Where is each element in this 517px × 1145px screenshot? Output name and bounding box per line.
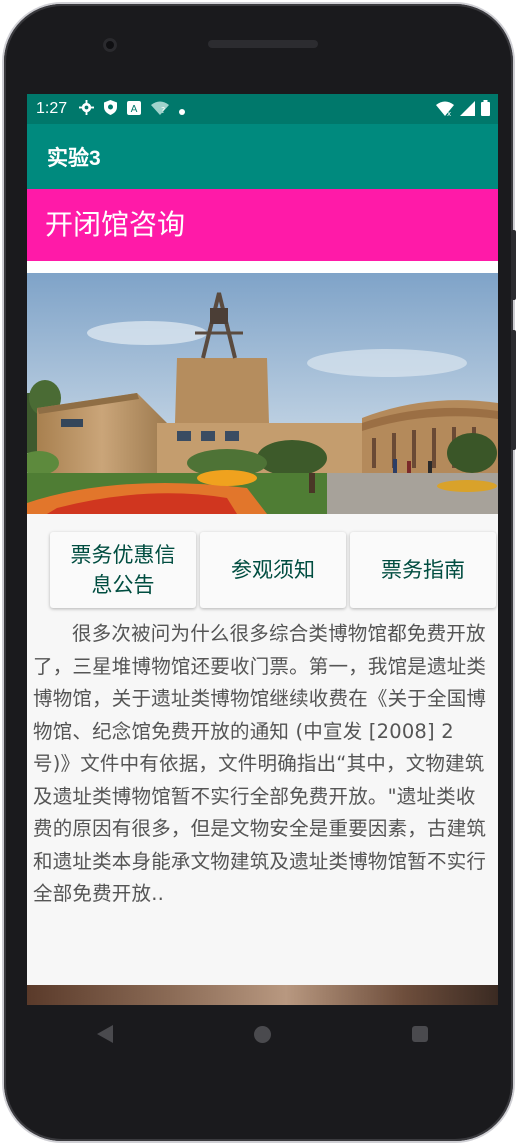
ticket-discount-notice-button[interactable]: 票务优惠信息公告 bbox=[50, 532, 196, 608]
visit-guide-label: 参观须知 bbox=[231, 558, 315, 582]
volume-button bbox=[511, 330, 516, 450]
battery-icon bbox=[481, 100, 490, 120]
dot-icon bbox=[179, 100, 186, 119]
wifi-off-icon: x bbox=[436, 101, 454, 120]
home-icon[interactable] bbox=[253, 1025, 271, 1043]
visit-guide-button[interactable]: 参观须知 bbox=[200, 532, 346, 608]
svg-text:A: A bbox=[131, 104, 138, 115]
status-bar: 1:27 A ? x bbox=[27, 94, 498, 124]
shield-icon bbox=[104, 99, 118, 119]
recents-icon[interactable] bbox=[411, 1026, 428, 1042]
phone-frame: 1:27 A ? x 实验3 开闭馆咨询 票务优惠信息公告 参观须知 票务指南 … bbox=[0, 0, 517, 1145]
museum-photo bbox=[27, 273, 498, 514]
svg-text:?: ? bbox=[161, 106, 165, 115]
status-icons-left: A ? bbox=[79, 99, 186, 119]
screen: 1:27 A ? x 实验3 开闭馆咨询 票务优惠信息公告 参观须知 票务指南 … bbox=[27, 94, 498, 1005]
header-spacer bbox=[27, 261, 498, 273]
navigation-bar bbox=[27, 1005, 498, 1063]
status-time: 1:27 bbox=[36, 100, 68, 117]
power-button bbox=[511, 230, 516, 300]
keyboard-a-icon: A bbox=[127, 100, 142, 119]
ticket-guide-label: 票务指南 bbox=[381, 558, 465, 582]
section-title: 开闭馆咨询 bbox=[45, 208, 186, 241]
front-camera bbox=[103, 38, 117, 52]
settings-gear-icon bbox=[79, 99, 95, 119]
back-icon[interactable] bbox=[97, 1025, 114, 1043]
article-text: 很多次被问为什么很多综合类博物馆都免费开放了，三星堆博物馆还要收门票。第一，我馆… bbox=[33, 622, 487, 905]
signal-icon bbox=[460, 100, 475, 120]
background-image-strip bbox=[27, 985, 498, 1005]
app-title: 实验3 bbox=[47, 147, 101, 170]
status-icons-right: x bbox=[436, 100, 490, 120]
ticket-discount-notice-label: 票务优惠信息公告 bbox=[70, 543, 176, 597]
content-panel: 票务优惠信息公告 参观须知 票务指南 很多次被问为什么很多综合类博物馆都免费开放… bbox=[27, 514, 498, 985]
ticket-guide-button[interactable]: 票务指南 bbox=[350, 532, 496, 608]
wifi-question-icon: ? bbox=[151, 100, 170, 119]
app-bar: 实验3 bbox=[27, 124, 498, 189]
earpiece-speaker bbox=[208, 40, 318, 48]
svg-text:x: x bbox=[447, 110, 451, 116]
section-header: 开闭馆咨询 bbox=[27, 189, 498, 261]
